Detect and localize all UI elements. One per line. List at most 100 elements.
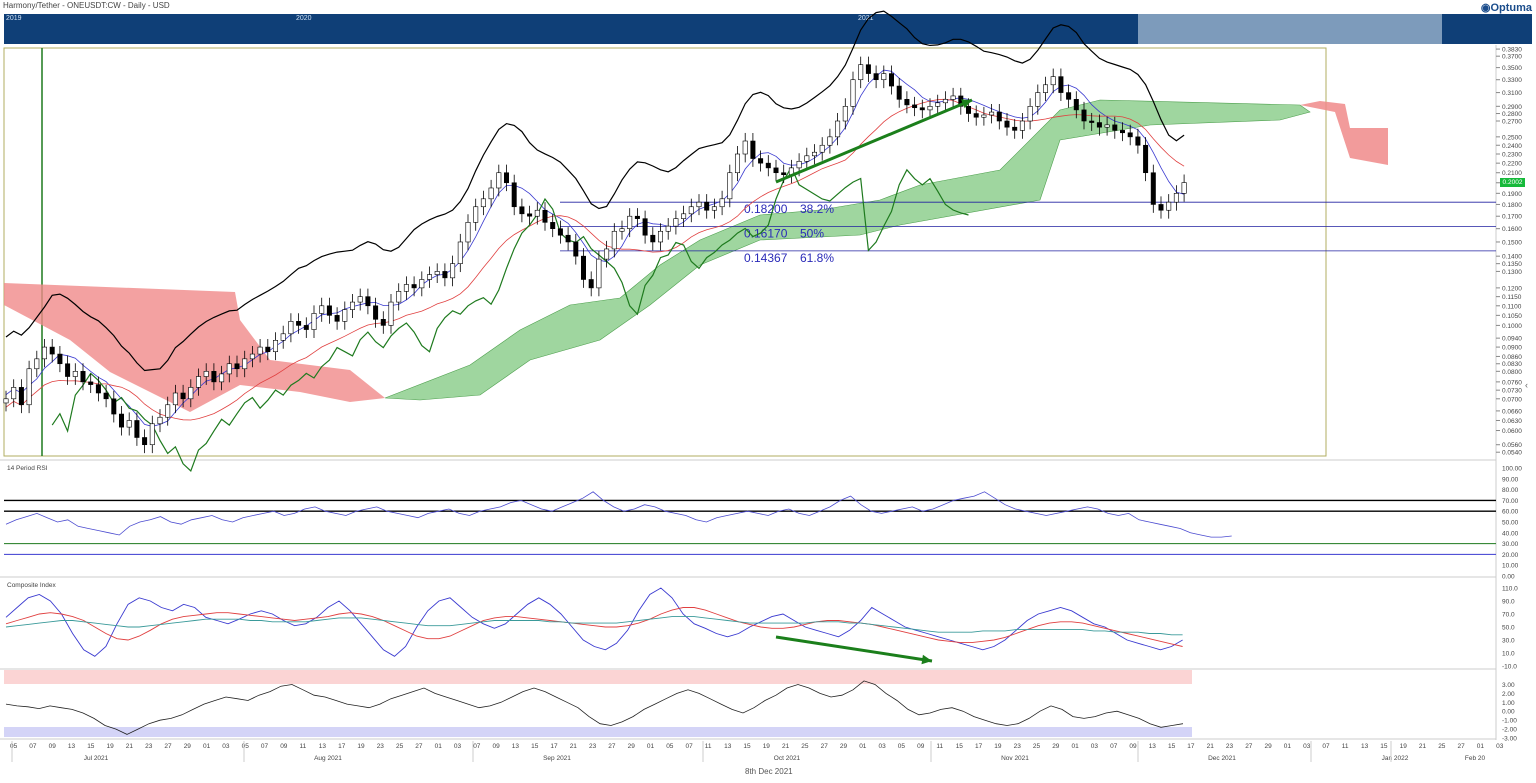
candle-body bbox=[627, 215, 633, 229]
day-tick-label: 11 bbox=[300, 743, 307, 750]
candle-body bbox=[588, 279, 594, 289]
price-axis-label: 0.0830 bbox=[1502, 361, 1522, 368]
price-axis-label: 0.1200 bbox=[1502, 285, 1522, 292]
candle-body bbox=[480, 198, 486, 208]
price-axis-label: 0.1500 bbox=[1502, 239, 1522, 246]
candle-body bbox=[1027, 106, 1033, 122]
price-axis-label: 0.1300 bbox=[1502, 269, 1522, 276]
day-tick-label: 09 bbox=[917, 743, 925, 750]
candle-body bbox=[434, 271, 440, 275]
rsi-axis-label: 20.00 bbox=[1502, 552, 1519, 559]
day-tick-label: 19 bbox=[994, 743, 1002, 750]
day-tick-label: 21 bbox=[1207, 743, 1215, 750]
candle-body bbox=[126, 420, 132, 428]
day-tick-label: 21 bbox=[570, 743, 578, 750]
day-tick-label: 07 bbox=[686, 743, 694, 750]
day-tick-label: 03 bbox=[1496, 743, 1504, 750]
candle-body bbox=[211, 371, 217, 383]
day-tick-label: 19 bbox=[1400, 743, 1408, 750]
candle-body bbox=[673, 218, 679, 227]
candle-body bbox=[303, 325, 309, 330]
day-tick-label: 29 bbox=[840, 743, 848, 750]
day-tick-label: 27 bbox=[1458, 743, 1466, 750]
day-tick-label: 13 bbox=[319, 743, 327, 750]
candle-body bbox=[457, 241, 463, 264]
day-tick-label: 15 bbox=[1168, 743, 1176, 750]
optex-axis-label: 1.00 bbox=[1502, 700, 1515, 707]
candle-body bbox=[242, 358, 248, 370]
composite-axis-label: 10.0 bbox=[1502, 651, 1515, 658]
price-axis-label: 0.0730 bbox=[1502, 388, 1522, 395]
composite-title: Composite Index bbox=[7, 582, 57, 589]
day-tick-label: 03 bbox=[454, 743, 462, 750]
candle-body bbox=[1181, 182, 1187, 194]
day-tick-label: 09 bbox=[280, 743, 288, 750]
day-tick-label: 09 bbox=[1129, 743, 1137, 750]
composite-axis-label: 110.0 bbox=[1502, 586, 1518, 593]
candle-body bbox=[119, 413, 125, 428]
day-tick-label: 17 bbox=[1187, 743, 1195, 750]
day-tick-label: 27 bbox=[821, 743, 829, 750]
candle-body bbox=[942, 99, 948, 104]
candle-body bbox=[912, 104, 918, 109]
candle-body bbox=[657, 230, 663, 243]
day-tick-label: 19 bbox=[763, 743, 771, 750]
day-tick-label: 01 bbox=[1072, 743, 1080, 750]
candle-body bbox=[373, 305, 379, 320]
composite-series-1 bbox=[5, 607, 1183, 647]
candle-body bbox=[919, 107, 925, 111]
day-tick-label: 25 bbox=[1033, 743, 1041, 750]
day-tick-label: 23 bbox=[589, 743, 597, 750]
candle-body bbox=[188, 387, 194, 400]
day-tick-label: 01 bbox=[435, 743, 443, 750]
candle-body bbox=[565, 234, 571, 243]
optex-line bbox=[5, 680, 1184, 735]
candle-body bbox=[249, 353, 255, 360]
candle-body bbox=[973, 113, 979, 118]
candle-body bbox=[88, 381, 94, 385]
day-tick-label: 09 bbox=[49, 743, 57, 750]
candle-body bbox=[11, 387, 17, 400]
price-axis-label: 0.1700 bbox=[1502, 214, 1522, 221]
price-axis-label: 0.2100 bbox=[1502, 170, 1522, 177]
day-tick-label: 13 bbox=[512, 743, 520, 750]
fib-percent-label: 50% bbox=[800, 227, 824, 241]
price-axis-label: 0.3700 bbox=[1502, 54, 1522, 61]
candle-body bbox=[18, 387, 24, 406]
candle-body bbox=[365, 296, 371, 307]
candle-body bbox=[1150, 172, 1156, 205]
price-axis-label: 0.0660 bbox=[1502, 408, 1522, 415]
price-axis-label: 0.3500 bbox=[1502, 65, 1522, 72]
day-tick-label: 09 bbox=[493, 743, 501, 750]
rsi-line bbox=[5, 491, 1232, 538]
fib-percent-label: 61.8% bbox=[800, 251, 834, 265]
candle-body bbox=[835, 120, 841, 138]
candle-body bbox=[727, 172, 733, 200]
day-tick-label: 03 bbox=[222, 743, 230, 750]
candle-body bbox=[1120, 130, 1126, 134]
candle-body bbox=[1012, 126, 1018, 131]
chart-canvas[interactable]: 0.38300.3700 0.3500 0.3300 0.3100 0.29000.28… bbox=[0, 0, 1536, 783]
candle-body bbox=[1073, 99, 1079, 111]
collapse-chevron-icon[interactable]: ‹ bbox=[1525, 380, 1528, 390]
day-tick-label: 27 bbox=[164, 743, 172, 750]
candle-body bbox=[319, 305, 325, 314]
candle-body bbox=[634, 215, 640, 219]
day-tick-label: 07 bbox=[29, 743, 37, 750]
candle-body bbox=[781, 172, 787, 175]
kumo-bear-cloud-2 bbox=[1300, 101, 1388, 165]
day-tick-label: 29 bbox=[1052, 743, 1060, 750]
price-axis-label: 0.0560 bbox=[1502, 442, 1522, 449]
price-axis-label: 0.2900 bbox=[1502, 104, 1522, 111]
candle-body bbox=[596, 258, 602, 289]
candle-body bbox=[465, 222, 471, 243]
price-axis-label: 0.3830 bbox=[1502, 47, 1522, 54]
candle-body bbox=[758, 158, 764, 164]
candle-body bbox=[811, 151, 817, 157]
day-tick-label: 05 bbox=[242, 743, 250, 750]
candle-body bbox=[981, 114, 987, 118]
day-tick-label: 17 bbox=[975, 743, 983, 750]
month-label: Dec 2021 bbox=[1208, 755, 1236, 762]
rsi-axis-label: 70.00 bbox=[1502, 498, 1519, 505]
day-tick-label: 13 bbox=[1361, 743, 1369, 750]
